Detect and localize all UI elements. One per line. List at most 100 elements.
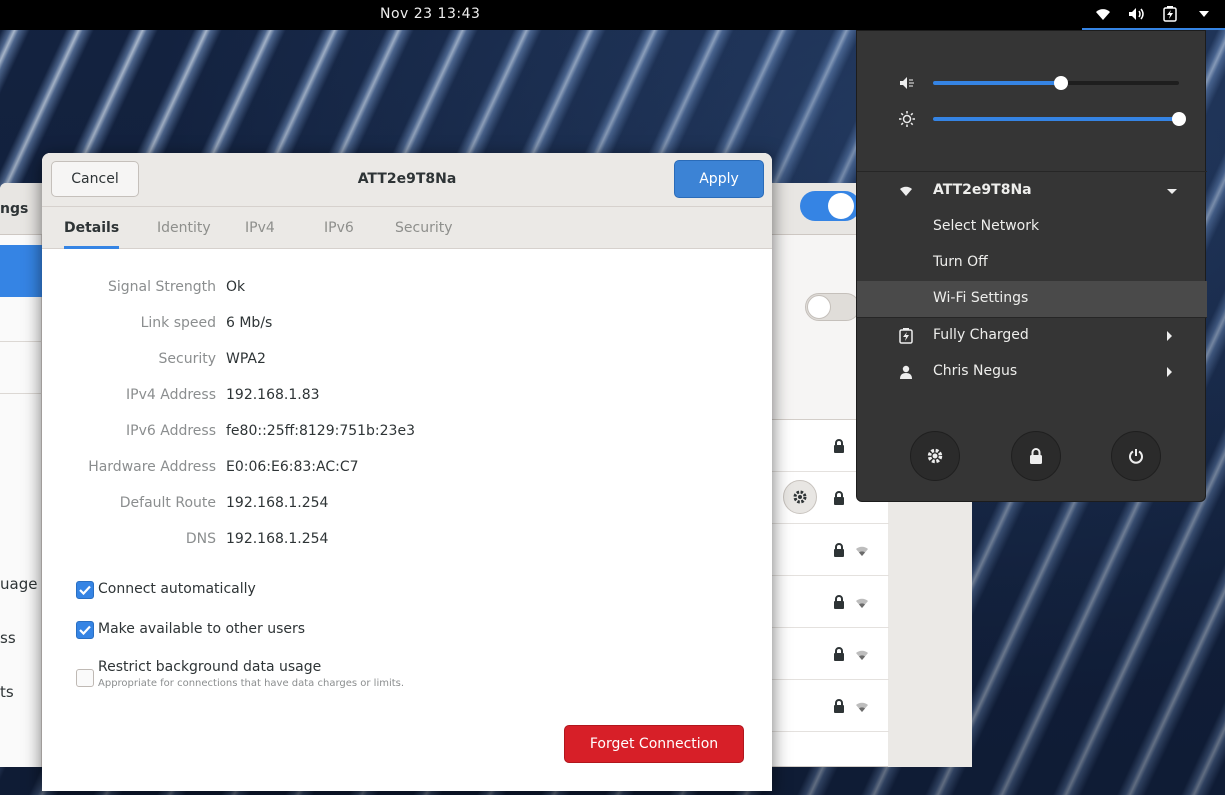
wifi-icon [897,182,915,200]
wifi-icon [1093,4,1113,24]
wifi-signal-icon [855,542,869,561]
detail-label: Security [158,351,217,367]
apply-button[interactable]: Apply [674,160,764,198]
airplane-toggle[interactable] [805,293,860,321]
battery-status-label: Fully Charged [933,327,1029,343]
tab-security[interactable]: Security [395,207,453,249]
wifi-settings-label: Wi-Fi Settings [933,290,1029,306]
available-to-others-label: Make available to other users [98,621,306,637]
battery-icon [1160,4,1180,24]
network-settings-button[interactable] [783,480,817,514]
wifi-signal-icon [855,698,869,717]
tab-identity[interactable]: Identity [157,207,211,249]
wifi-toggle[interactable] [800,191,860,221]
wifi-signal-icon [855,646,869,665]
sidebar-selected-item[interactable] [0,245,42,297]
menu-arrow-icon [1194,4,1214,24]
sidebar-item-usage[interactable]: uage [0,575,37,593]
user-icon [897,363,915,381]
detail-row-link-speed: Link speed 6 Mb/s [42,313,772,337]
user-item[interactable]: Chris Negus [857,354,1207,390]
volume-slider-knob[interactable] [1053,76,1068,90]
wifi-settings-item[interactable]: Wi-Fi Settings [857,281,1207,317]
detail-row-default-route: Default Route 192.168.1.254 [42,493,772,517]
lock-icon [833,594,845,613]
detail-label: IPv6 Address [126,423,216,439]
lock-screen-button[interactable] [1011,431,1061,481]
turn-off-label: Turn Off [933,254,988,270]
detail-value: 6 Mb/s [226,315,273,331]
power-button[interactable] [1111,431,1161,481]
system-status-area[interactable] [1082,0,1225,30]
lock-icon [833,490,845,509]
network-row[interactable] [771,524,889,576]
dialog-header: Cancel ATT2e9T8Na Apply [42,153,772,207]
chevron-down-icon [1167,189,1177,194]
connect-automatically-checkbox[interactable] [76,581,94,599]
battery-item[interactable]: Fully Charged [857,318,1207,354]
detail-row-ipv6: IPv6 Address fe80::25ff:8129:751b:23e3 [42,421,772,445]
restrict-background-checkbox[interactable] [76,669,94,687]
select-network-label: Select Network [933,218,1040,234]
settings-button[interactable] [910,431,960,481]
brightness-slider-knob[interactable] [1172,112,1186,126]
forget-connection-button[interactable]: Forget Connection [564,725,744,763]
power-icon [1129,449,1143,464]
sidebar-separator [0,341,42,342]
gear-icon [793,490,807,504]
dialog-title: ATT2e9T8Na [357,171,457,187]
detail-label: Signal Strength [107,279,216,295]
volume-slider[interactable] [933,76,1179,90]
brightness-slider[interactable] [933,112,1186,126]
select-network-item[interactable]: Select Network [857,209,1207,245]
brightness-slider-row [857,107,1207,131]
tab-ipv6[interactable]: IPv6 [324,207,354,249]
available-to-others-checkbox[interactable] [76,621,94,639]
lock-icon [833,646,845,665]
detail-value: WPA2 [226,351,266,367]
system-menu: ATT2e9T8Na Select Network Turn Off Wi-Fi… [856,30,1207,502]
detail-label: Hardware Address [88,459,216,475]
tab-ipv4[interactable]: IPv4 [245,207,275,249]
detail-value: Ok [226,279,246,295]
tab-details[interactable]: Details [64,207,120,249]
volume-slider-fill [933,81,1061,85]
detail-row-security: Security WPA2 [42,349,772,373]
network-row[interactable] [771,628,889,680]
connect-automatically-label: Connect automatically [98,581,256,597]
top-bar: Nov 23 13:43 [0,0,1225,30]
network-row[interactable] [771,576,889,628]
volume-slider-row [857,71,1207,95]
dialog-tabs: Details Identity IPv4 IPv6 Security [42,207,772,249]
volume-icon [897,73,917,93]
connection-dialog: Cancel ATT2e9T8Na Apply Details Identity… [42,153,772,791]
sidebar-item-access[interactable]: ss [0,629,16,647]
detail-label: Link speed [140,315,216,331]
settings-sidebar: uage ss ts [0,235,42,767]
sidebar-item-accounts[interactable]: ts [0,683,14,701]
lock-icon [833,542,845,561]
detail-row-hardware-address: Hardware Address E0:06:E6:83:AC:C7 [42,457,772,481]
wifi-network-label: ATT2e9T8Na [933,182,1032,198]
detail-label: DNS [185,531,216,547]
network-row[interactable] [771,680,889,732]
check-icon [79,625,91,635]
brightness-icon [897,109,917,129]
detail-value: 192.168.1.83 [226,387,320,403]
restrict-background-sublabel: Appropriate for connections that have da… [98,678,405,689]
detail-label: Default Route [119,495,216,511]
sidebar-separator [0,393,42,394]
network-list-side [888,483,972,767]
detail-row-signal: Signal Strength Ok [42,277,772,301]
wifi-signal-icon [855,594,869,613]
wifi-network-item[interactable]: ATT2e9T8Na [857,173,1207,209]
clock[interactable]: Nov 23 13:43 [380,6,480,22]
settings-title: ngs [0,201,29,217]
brightness-slider-fill [933,117,1179,121]
detail-value: 192.168.1.254 [226,531,329,547]
user-name-label: Chris Negus [933,363,1018,379]
volume-icon [1127,4,1147,24]
detail-label: IPv4 Address [126,387,216,403]
chevron-right-icon [1167,367,1172,377]
turn-off-item[interactable]: Turn Off [857,245,1207,281]
